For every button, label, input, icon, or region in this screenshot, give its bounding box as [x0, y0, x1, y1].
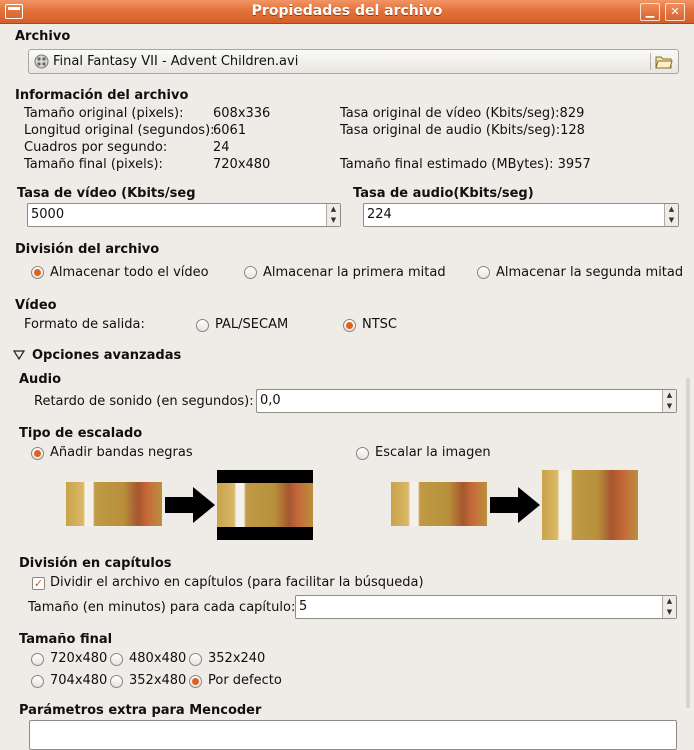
- info-value-original-size: 608x336: [213, 106, 271, 121]
- radio-size-default-label[interactable]: Por defecto: [208, 673, 282, 688]
- mencoder-params-input[interactable]: [29, 720, 677, 750]
- division-heading: División del archivo: [15, 242, 160, 257]
- mencoder-heading: Parámetros extra para Mencoder: [19, 703, 262, 718]
- file-chooser-separator: [650, 53, 651, 70]
- chapter-size-stepper[interactable]: ▲ ▼: [662, 596, 676, 618]
- radio-add-black-bars[interactable]: [31, 447, 44, 460]
- audio-delay-label: Retardo de sonido (en segundos):: [34, 394, 254, 409]
- radio-size-720x480-label[interactable]: 720x480: [50, 651, 107, 666]
- info-estimated-size: Tamaño final estimado (MBytes): 3957: [340, 157, 591, 172]
- info-heading: Información del archivo: [15, 88, 189, 103]
- info-label-final-size: Tamaño final (pixels):: [24, 157, 163, 172]
- video-rate-stepper[interactable]: ▲ ▼: [326, 204, 340, 226]
- chapter-size-spinbutton[interactable]: 5 ▲ ▼: [295, 595, 677, 619]
- radio-ntsc-label[interactable]: NTSC: [362, 317, 397, 332]
- audio-rate-label: Tasa de audio(Kbits/seg): [353, 186, 534, 201]
- radio-add-black-bars-label[interactable]: Añadir bandas negras: [50, 445, 193, 460]
- file-chooser-button[interactable]: Final Fantasy VII - Advent Children.avi: [28, 49, 679, 74]
- final-size-heading: Tamaño final: [19, 632, 113, 647]
- audio-delay-value: 0,0: [260, 393, 281, 408]
- radio-store-first-half-label[interactable]: Almacenar la primera mitad: [263, 265, 446, 280]
- chapters-heading: División en capítulos: [19, 556, 172, 571]
- radio-scale-image-label[interactable]: Escalar la imagen: [375, 445, 491, 460]
- radio-size-480x480[interactable]: [110, 653, 123, 666]
- radio-scale-image[interactable]: [356, 447, 369, 460]
- radio-size-352x240[interactable]: [189, 653, 202, 666]
- info-original-audio-rate: Tasa original de audio (Kbits/seg):128: [340, 123, 585, 138]
- video-rate-value: 5000: [31, 207, 65, 222]
- arrow-right-icon-2: [490, 487, 540, 523]
- radio-pal-secam-label[interactable]: PAL/SECAM: [215, 317, 288, 332]
- info-value-original-length: 6061: [213, 123, 247, 138]
- audio-rate-spinbutton[interactable]: 224 ▲ ▼: [363, 203, 679, 227]
- radio-size-480x480-label[interactable]: 480x480: [129, 651, 186, 666]
- scaling-black-bars-result: [217, 470, 313, 540]
- info-value-fps: 24: [213, 140, 230, 155]
- scrollbar[interactable]: [686, 378, 690, 708]
- close-button[interactable]: ✕: [665, 3, 685, 21]
- radio-store-all[interactable]: [31, 266, 44, 279]
- video-rate-label: Tasa de vídeo (Kbits/seg: [17, 186, 196, 201]
- film-reel-icon: [34, 54, 49, 69]
- radio-store-all-label[interactable]: Almacenar todo el vídeo: [50, 265, 209, 280]
- audio-rate-stepper[interactable]: ▲ ▼: [664, 204, 678, 226]
- chapter-size-label: Tamaño (en minutos) para cada capítulo:: [28, 600, 296, 615]
- radio-size-default[interactable]: [189, 675, 202, 688]
- radio-size-352x480-label[interactable]: 352x480: [129, 673, 186, 688]
- radio-size-704x480[interactable]: [31, 675, 44, 688]
- info-value-final-size: 720x480: [213, 157, 271, 172]
- radio-store-first-half[interactable]: [244, 266, 257, 279]
- radio-size-352x240-label[interactable]: 352x240: [208, 651, 265, 666]
- window-titlebar: Propiedades del archivo ▁ ✕: [0, 0, 694, 24]
- scaling-original-image-1: [66, 482, 162, 526]
- scaling-original-image-2: [391, 482, 487, 526]
- minimize-button[interactable]: ▁: [640, 3, 660, 21]
- file-name: Final Fantasy VII - Advent Children.avi: [53, 54, 299, 69]
- archivo-heading: Archivo: [15, 29, 71, 44]
- audio-delay-spinbutton[interactable]: 0,0 ▲ ▼: [256, 389, 677, 413]
- radio-size-720x480[interactable]: [31, 653, 44, 666]
- info-original-video-rate: Tasa original de vídeo (Kbits/seg):829: [340, 106, 585, 121]
- video-rate-spinbutton[interactable]: 5000 ▲ ▼: [27, 203, 341, 227]
- advanced-options-expander[interactable]: Opciones avanzadas: [32, 348, 181, 363]
- radio-pal-secam[interactable]: [196, 319, 209, 332]
- radio-ntsc[interactable]: [343, 319, 356, 332]
- radio-size-352x480[interactable]: [110, 675, 123, 688]
- chapter-size-value: 5: [299, 599, 308, 614]
- audio-heading: Audio: [19, 372, 62, 387]
- arrow-right-icon: [165, 487, 215, 523]
- radio-size-704x480-label[interactable]: 704x480: [50, 673, 107, 688]
- info-label-fps: Cuadros por segundo:: [24, 140, 168, 155]
- video-heading: Vídeo: [15, 298, 57, 313]
- scaling-stretched-result: [542, 470, 638, 540]
- radio-store-second-half-label[interactable]: Almacenar la segunda mitad: [496, 265, 683, 280]
- radio-store-second-half[interactable]: [477, 266, 490, 279]
- info-label-original-length: Longitud original (segundos):: [24, 123, 215, 138]
- folder-open-icon: [655, 56, 673, 69]
- chapters-checkbox[interactable]: ✓: [32, 577, 45, 590]
- info-label-original-size: Tamaño original (pixels):: [24, 106, 184, 121]
- expander-arrow-icon[interactable]: [13, 350, 25, 360]
- scaling-heading: Tipo de escalado: [19, 426, 143, 441]
- chapters-checkbox-label[interactable]: Dividir el archivo en capítulos (para fa…: [50, 575, 424, 590]
- audio-delay-stepper[interactable]: ▲ ▼: [662, 390, 676, 412]
- window-title: Propiedades del archivo: [251, 3, 443, 19]
- audio-rate-value: 224: [367, 207, 392, 222]
- close-icon: ✕: [670, 5, 680, 18]
- minimize-icon: ▁: [645, 5, 655, 18]
- output-format-label: Formato de salida:: [24, 317, 145, 332]
